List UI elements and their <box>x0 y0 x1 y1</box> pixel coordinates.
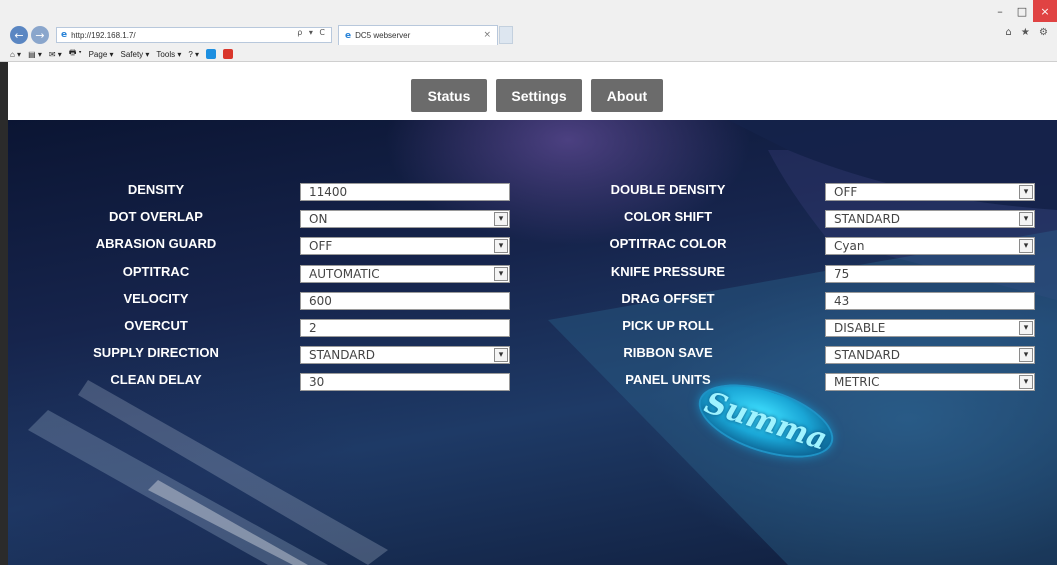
settings-left-label: VELOCITY <box>123 290 189 306</box>
setting-value: DISABLE <box>834 321 886 335</box>
setting-value: 600 <box>309 293 332 308</box>
command-bar: ⌂ ▾ ▤ ▾ ✉ ▾ 🖶 ▾ Page ▾ Safety ▾ Tools ▾ … <box>0 46 1057 62</box>
settings-right-label: OPTITRAC COLOR <box>609 236 727 252</box>
chevron-down-icon[interactable]: ▾ <box>1019 185 1033 199</box>
chevron-down-icon[interactable]: ▾ <box>494 266 508 281</box>
safety-menu[interactable]: Safety ▾ <box>121 50 150 59</box>
about-nav-button[interactable]: About <box>591 79 663 112</box>
new-tab-button[interactable] <box>499 26 513 44</box>
back-button[interactable]: ← <box>10 26 28 44</box>
settings-left-label: ABRASION GUARD <box>95 236 217 252</box>
close-window-button[interactable]: × <box>1033 0 1057 22</box>
address-tools-icons[interactable]: ρ ▾ C <box>297 28 327 37</box>
print-menu-icon[interactable]: 🖶 ▾ <box>69 47 82 61</box>
settings-left-label: OPTITRAC <box>122 263 190 279</box>
page-menu[interactable]: Page ▾ <box>89 50 114 59</box>
tab-close-icon[interactable]: × <box>483 30 491 40</box>
address-text: http://192.168.1.7/ <box>71 30 136 40</box>
tab-title: DC5 webserver <box>355 31 411 40</box>
setting-select-supply-direction[interactable]: STANDARD ▾ <box>300 346 510 365</box>
setting-value: OFF <box>834 185 858 199</box>
page-content: Status Settings About DENSITY 11400 DOT OV… <box>0 62 1057 565</box>
mail-menu-icon[interactable]: ✉ ▾ <box>49 50 62 59</box>
browser-chrome: – □ × ← → e http://192.168.1.7/ ρ ▾ C e … <box>0 0 1057 62</box>
setting-select-optitrac-color[interactable]: Cyan ▾ <box>825 237 1035 256</box>
setting-select-color-shift[interactable]: STANDARD ▾ <box>825 210 1035 229</box>
chevron-down-icon[interactable]: ▾ <box>1019 375 1033 390</box>
setting-input-overcut[interactable]: 2 <box>300 319 510 337</box>
settings-right-label: DRAG OFFSET <box>621 290 715 306</box>
setting-value: METRIC <box>834 375 880 390</box>
setting-value: ON <box>309 212 328 227</box>
setting-select-double-density[interactable]: OFF ▾ <box>825 183 1035 201</box>
setting-input-velocity[interactable]: 600 <box>300 291 510 310</box>
setting-value: OFF <box>309 239 333 254</box>
setting-value: STANDARD <box>834 212 901 227</box>
window-controls: – □ × <box>989 0 1057 24</box>
setting-input-drag-offset[interactable]: 43 <box>825 291 1035 310</box>
setting-value: STANDARD <box>834 348 901 363</box>
status-nav-button[interactable]: Status <box>411 79 487 112</box>
setting-value: 2 <box>309 321 317 335</box>
setting-value: 43 <box>834 293 850 308</box>
settings-left-label: SUPPLY DIRECTION <box>93 345 219 361</box>
feeds-menu-icon[interactable]: ▤ ▾ <box>28 50 42 59</box>
address-bar[interactable]: e http://192.168.1.7/ ρ ▾ C <box>56 27 332 43</box>
settings-right-label: PICK UP ROLL <box>622 318 714 333</box>
chevron-down-icon[interactable]: ▾ <box>494 348 508 363</box>
chevron-down-icon[interactable]: ▾ <box>494 212 508 227</box>
setting-value: 75 <box>834 266 850 281</box>
settings-right-label: COLOR SHIFT <box>623 209 713 225</box>
chevron-down-icon[interactable]: ▾ <box>1019 239 1033 254</box>
extension-icon[interactable] <box>223 49 234 59</box>
tab-dc5-webserver[interactable]: e DC5 webserver × <box>338 25 498 45</box>
chevron-down-icon[interactable]: ▾ <box>1019 321 1033 335</box>
forward-button[interactable]: → <box>31 26 49 44</box>
maximize-button[interactable]: □ <box>1011 0 1033 22</box>
setting-select-optitrac[interactable]: AUTOMATIC ▾ <box>300 264 510 283</box>
settings-left-label: OVERCUT <box>124 318 188 333</box>
chevron-down-icon[interactable]: ▾ <box>494 239 508 254</box>
chevron-down-icon[interactable]: ▾ <box>1019 348 1033 363</box>
setting-value: 30 <box>309 375 325 390</box>
ie-icon: e <box>61 30 68 40</box>
help-menu-icon[interactable]: ? ▾ <box>188 50 199 59</box>
home-menu-icon[interactable]: ⌂ ▾ <box>10 50 21 59</box>
settings-right-label: RIBBON SAVE <box>623 345 713 361</box>
setting-select-panel-units[interactable]: METRIC ▾ <box>825 373 1035 392</box>
home-favorites-settings-icons[interactable]: ⌂ ★ ⚙ <box>1005 27 1051 38</box>
settings-right-label: KNIFE PRESSURE <box>610 263 726 279</box>
tools-menu[interactable]: Tools ▾ <box>156 50 181 59</box>
minimize-button[interactable]: – <box>989 0 1011 22</box>
setting-input-clean-delay[interactable]: 30 <box>300 373 510 392</box>
chevron-down-icon[interactable]: ▾ <box>1019 212 1033 227</box>
setting-select-ribbon-save[interactable]: STANDARD ▾ <box>825 346 1035 365</box>
setting-value: Cyan <box>834 239 865 254</box>
setting-value: AUTOMATIC <box>309 266 380 281</box>
top-navigation: Status Settings About <box>8 62 1057 120</box>
browser-nav-row: ← → e http://192.168.1.7/ ρ ▾ C e DC5 we… <box>0 24 1057 46</box>
hero-background: DENSITY 11400 DOT OVERLAP ON ▾ ABRASION GUARD… <box>8 120 1057 565</box>
setting-value: STANDARD <box>309 348 376 363</box>
settings-left-label: CLEAN DELAY <box>110 372 202 388</box>
settings-left-label: DOT OVERLAP <box>109 209 203 225</box>
setting-select-dot-overlap[interactable]: ON ▾ <box>300 210 510 229</box>
settings-nav-button[interactable]: Settings <box>496 79 582 112</box>
setting-select-abrasion-guard[interactable]: OFF ▾ <box>300 237 510 256</box>
setting-input-density[interactable]: 11400 <box>300 183 510 201</box>
settings-right-label: DOUBLE DENSITY <box>610 182 726 197</box>
setting-input-knife-pressure[interactable]: 75 <box>825 264 1035 283</box>
setting-value: 11400 <box>309 185 348 199</box>
skype-icon[interactable] <box>206 49 217 59</box>
settings-left-label: DENSITY <box>127 182 185 197</box>
tab-favicon-icon: e <box>345 30 352 41</box>
setting-select-pick-up-roll[interactable]: DISABLE ▾ <box>825 319 1035 337</box>
